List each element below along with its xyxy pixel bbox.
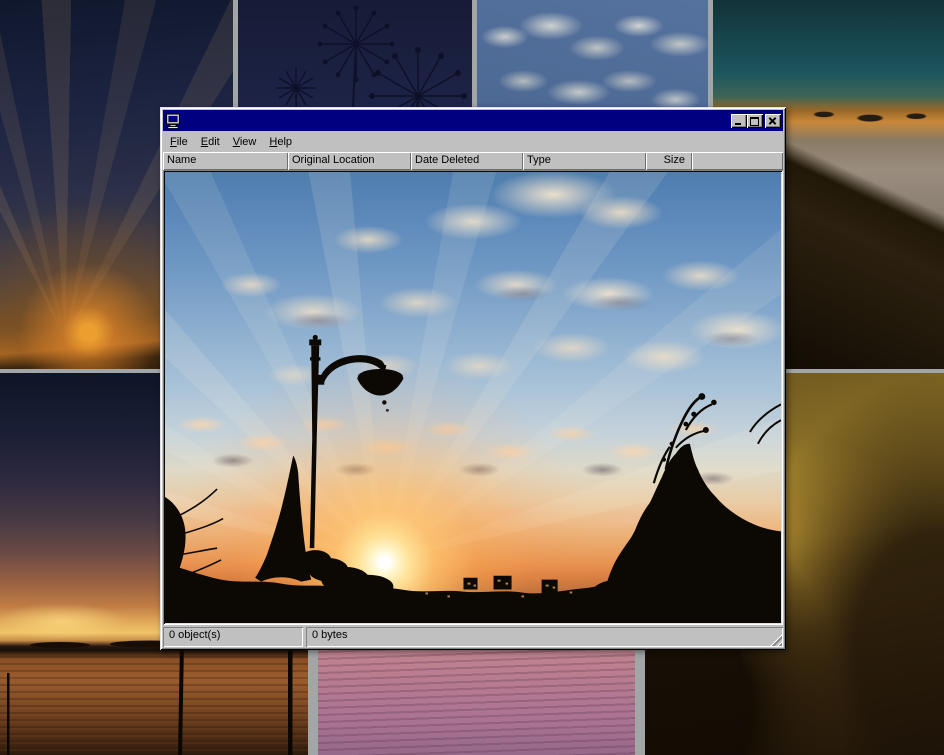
photo-silhouettes <box>165 172 781 623</box>
computer-icon[interactable] <box>165 113 181 129</box>
menu-edit[interactable]: Edit <box>195 133 227 151</box>
column-header-date-deleted[interactable]: Date Deleted <box>411 152 523 170</box>
column-header-type[interactable]: Type <box>523 152 646 170</box>
status-size: 0 bytes <box>306 627 783 647</box>
column-header-name[interactable]: Name <box>163 152 288 170</box>
column-header-empty[interactable] <box>692 152 783 170</box>
minimize-icon <box>735 123 741 125</box>
maximize-icon <box>750 117 759 126</box>
minimize-button[interactable] <box>731 114 747 128</box>
menu-bar: File Edit View Help <box>163 131 783 152</box>
column-header-size[interactable]: Size <box>646 152 692 170</box>
menu-file[interactable]: File <box>164 133 195 151</box>
folder-contents-view[interactable] <box>163 170 783 625</box>
sunset-photo <box>165 172 781 623</box>
maximize-button[interactable] <box>747 114 763 128</box>
status-bar: 0 object(s) 0 bytes <box>163 625 783 647</box>
recycle-bin-window: File Edit View Help Name Original Locati… <box>160 107 786 650</box>
menu-help[interactable]: Help <box>263 133 299 151</box>
menu-view[interactable]: View <box>227 133 264 151</box>
column-header-original-location[interactable]: Original Location <box>288 152 411 170</box>
close-button[interactable] <box>765 114 781 128</box>
status-object-count: 0 object(s) <box>163 627 303 647</box>
title-bar[interactable] <box>163 110 783 131</box>
column-headers: Name Original Location Date Deleted Type… <box>163 152 783 170</box>
